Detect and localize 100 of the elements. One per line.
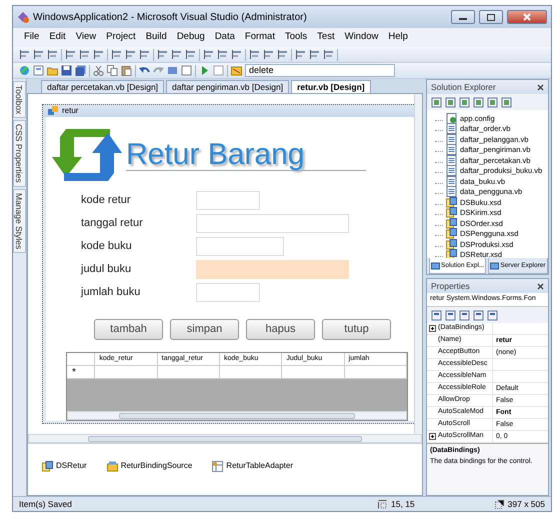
input-field[interactable] bbox=[196, 237, 284, 256]
grid-cell[interactable] bbox=[282, 366, 345, 379]
config-file-icon bbox=[446, 112, 457, 124]
new-project-button[interactable] bbox=[19, 65, 30, 76]
expand-icon[interactable] bbox=[429, 325, 436, 332]
input-field[interactable] bbox=[196, 191, 260, 210]
align-tool-button[interactable] bbox=[217, 49, 228, 60]
component-label[interactable]: DSRetur bbox=[56, 460, 87, 472]
form-button[interactable]: simpan bbox=[170, 319, 239, 340]
menu-item[interactable]: Tools bbox=[280, 30, 312, 45]
align-tool-button[interactable] bbox=[203, 49, 214, 60]
panel-title: Properties bbox=[431, 280, 470, 292]
side-panel-tab[interactable]: Manage Styles bbox=[13, 188, 26, 254]
paste-button[interactable] bbox=[121, 65, 132, 76]
align-icon bbox=[203, 49, 214, 60]
menu-item[interactable]: Help bbox=[383, 30, 413, 45]
maximize-icon bbox=[487, 14, 495, 20]
cursor-position: 15, 15 bbox=[391, 498, 415, 510]
align-icon bbox=[47, 49, 58, 60]
align-tool-button[interactable] bbox=[185, 49, 196, 60]
start-button[interactable] bbox=[199, 65, 210, 76]
align-tool-button[interactable] bbox=[79, 49, 90, 60]
align-tool-button[interactable] bbox=[231, 49, 242, 60]
align-tool-button[interactable] bbox=[111, 49, 122, 60]
save-button[interactable] bbox=[61, 65, 72, 76]
app-logo-icon bbox=[17, 11, 29, 23]
align-tool-button[interactable] bbox=[249, 49, 260, 60]
component-label[interactable]: ReturTableAdapter bbox=[226, 460, 294, 472]
field-label: judul buku bbox=[81, 262, 132, 278]
menu-item[interactable]: Window bbox=[340, 30, 384, 45]
close-button[interactable] bbox=[507, 10, 547, 24]
component-label[interactable]: ReturBindingSource bbox=[120, 460, 192, 472]
form-button[interactable]: tambah bbox=[94, 319, 163, 340]
cut-button[interactable] bbox=[93, 65, 104, 76]
close-icon[interactable] bbox=[537, 282, 544, 290]
grid-cell[interactable] bbox=[344, 366, 407, 379]
open-folder-button[interactable] bbox=[47, 65, 58, 76]
vertical-scrollbar[interactable] bbox=[414, 94, 422, 434]
find-field[interactable]: delete bbox=[245, 64, 395, 77]
align-tool-button[interactable] bbox=[277, 49, 288, 60]
menu-item[interactable]: Debug bbox=[172, 30, 210, 45]
align-tool-button[interactable] bbox=[295, 49, 306, 60]
align-tool-button[interactable] bbox=[139, 49, 150, 60]
form-file-icon bbox=[446, 134, 457, 145]
form-title: retur bbox=[62, 105, 80, 117]
input-field[interactable] bbox=[196, 283, 260, 302]
new-project-icon bbox=[19, 65, 30, 76]
add-item-icon bbox=[33, 65, 44, 76]
align-icon bbox=[277, 49, 288, 60]
menu-item[interactable]: File bbox=[19, 30, 44, 45]
align-tool-button[interactable] bbox=[309, 49, 320, 60]
menu-item[interactable]: Build bbox=[140, 30, 172, 45]
align-icon bbox=[79, 49, 90, 60]
minimize-button[interactable] bbox=[451, 10, 475, 24]
side-panel-tab[interactable]: CSS Properties bbox=[13, 120, 26, 187]
menu-item[interactable]: Format bbox=[240, 30, 280, 45]
copy-icon bbox=[107, 65, 118, 76]
align-tool-button[interactable] bbox=[19, 49, 30, 60]
align-tool-button[interactable] bbox=[171, 49, 182, 60]
input-field[interactable] bbox=[196, 260, 349, 279]
form-file-icon bbox=[446, 144, 457, 156]
document-tab[interactable]: daftar percetakan.vb [Design] bbox=[41, 80, 164, 93]
align-icon bbox=[295, 49, 306, 60]
menu-item[interactable]: Edit bbox=[44, 30, 71, 45]
horizontal-scrollbar[interactable] bbox=[28, 434, 422, 443]
align-tool-button[interactable] bbox=[65, 49, 76, 60]
add-item-button[interactable] bbox=[33, 65, 44, 76]
copy-button[interactable] bbox=[107, 65, 118, 76]
form-button[interactable]: hapus bbox=[246, 319, 315, 340]
input-field[interactable] bbox=[196, 214, 349, 233]
save-all-button[interactable] bbox=[75, 65, 86, 76]
align-tool-button[interactable] bbox=[157, 49, 168, 60]
align-icon bbox=[65, 49, 76, 60]
grid-cell[interactable] bbox=[95, 366, 158, 379]
align-tool-button[interactable] bbox=[93, 49, 104, 60]
dataset-icon bbox=[42, 460, 53, 472]
align-icon bbox=[93, 49, 104, 60]
maximize-button[interactable] bbox=[479, 10, 503, 24]
close-icon[interactable] bbox=[537, 84, 544, 90]
grid-cell[interactable] bbox=[158, 366, 220, 379]
horizontal-scrollbar[interactable] bbox=[67, 411, 407, 420]
start-icon bbox=[199, 65, 210, 76]
menu-item[interactable]: Test bbox=[312, 30, 340, 45]
document-tab[interactable]: daftar pengiriman.vb [Design] bbox=[166, 80, 290, 93]
expand-icon[interactable] bbox=[429, 433, 436, 440]
align-tool-button[interactable] bbox=[323, 49, 334, 60]
align-icon bbox=[125, 49, 136, 60]
grid-cell[interactable] bbox=[220, 366, 282, 379]
menu-item[interactable]: Data bbox=[210, 30, 240, 45]
menu-item[interactable]: View bbox=[70, 30, 102, 45]
align-tool-button[interactable] bbox=[125, 49, 136, 60]
document-tab[interactable]: retur.vb [Design] bbox=[291, 80, 371, 93]
align-tool-button[interactable] bbox=[263, 49, 274, 60]
menu-item[interactable]: Project bbox=[101, 30, 141, 45]
side-panel-tab[interactable]: Toolbox bbox=[13, 81, 26, 118]
align-icon bbox=[231, 49, 242, 60]
align-tool-button[interactable] bbox=[33, 49, 44, 60]
align-tool-button[interactable] bbox=[47, 49, 58, 60]
form-button[interactable]: tutup bbox=[322, 319, 391, 340]
dataset-file-icon bbox=[446, 207, 457, 218]
